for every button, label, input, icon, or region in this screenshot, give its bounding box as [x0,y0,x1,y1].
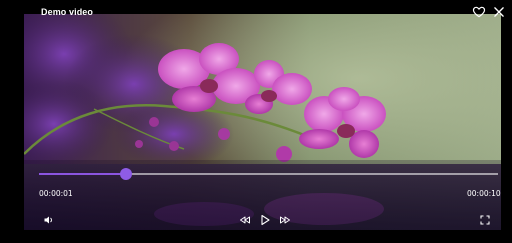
duration-time: 00:00:10 [467,189,501,198]
current-time: 00:00:01 [39,189,73,198]
video-title: Demo video [41,7,94,17]
progress-bar[interactable] [39,168,498,180]
fullscreen-icon[interactable] [479,214,491,226]
heart-icon[interactable] [472,5,486,19]
video-frame[interactable] [24,14,501,230]
progress-fill [39,173,127,175]
close-icon[interactable] [492,5,506,19]
rewind-icon[interactable] [239,214,251,226]
play-icon[interactable] [259,214,271,226]
volume-icon[interactable] [43,214,55,226]
fast-forward-icon[interactable] [279,214,291,226]
